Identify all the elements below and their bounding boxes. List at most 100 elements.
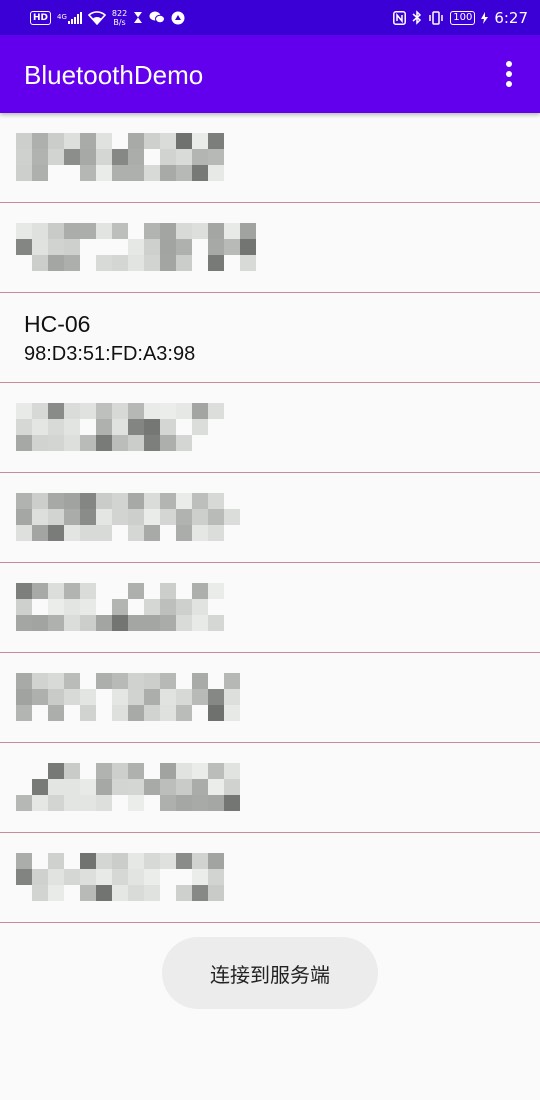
mosaic-block — [112, 255, 128, 271]
mosaic-block — [128, 403, 144, 419]
mosaic-block — [32, 885, 48, 901]
mosaic-block — [64, 255, 80, 271]
mosaic-block — [192, 795, 208, 811]
mosaic-block — [208, 869, 224, 885]
mosaic-block — [192, 165, 208, 181]
mosaic-block — [48, 403, 64, 419]
mosaic-block — [112, 869, 128, 885]
obscured-device-info — [16, 761, 316, 821]
mosaic-block — [64, 763, 80, 779]
obscured-device-info — [16, 671, 316, 731]
mosaic-block — [208, 853, 224, 869]
mosaic-block — [144, 525, 160, 541]
mosaic-block — [48, 689, 64, 705]
mosaic-block — [176, 779, 192, 795]
mosaic-block — [176, 435, 192, 451]
mosaic-block — [176, 615, 192, 631]
device-list-item[interactable] — [0, 383, 540, 473]
mosaic-block — [160, 763, 176, 779]
mosaic-block — [16, 615, 32, 631]
device-list-item[interactable] — [0, 563, 540, 653]
mosaic-block — [160, 583, 176, 599]
status-bar-right: 100 6:27 — [393, 0, 528, 35]
mosaic-block — [208, 795, 224, 811]
mosaic-block — [192, 509, 208, 525]
mosaic-block — [128, 615, 144, 631]
mosaic-block — [176, 493, 192, 509]
mosaic-block — [96, 869, 112, 885]
charging-icon — [481, 11, 489, 24]
device-list-item[interactable] — [0, 743, 540, 833]
mosaic-block — [80, 493, 96, 509]
mosaic-block — [208, 255, 224, 271]
mosaic-block — [96, 853, 112, 869]
mosaic-block — [224, 795, 240, 811]
mosaic-block — [176, 853, 192, 869]
mosaic-block — [16, 223, 32, 239]
mosaic-block — [112, 599, 128, 615]
network-type: 4G — [57, 13, 67, 21]
mosaic-block — [16, 795, 32, 811]
mosaic-block — [208, 525, 224, 541]
mosaic-block — [192, 403, 208, 419]
device-list-item[interactable]: HC-06 98:D3:51:FD:A3:98 — [0, 293, 540, 383]
mosaic-block — [80, 403, 96, 419]
obscured-device-info — [16, 581, 316, 641]
bluetooth-icon — [412, 10, 422, 25]
device-list-item[interactable] — [0, 113, 540, 203]
mosaic-block — [16, 705, 32, 721]
mosaic-block — [96, 149, 112, 165]
mosaic-block — [32, 795, 48, 811]
mosaic-block — [64, 149, 80, 165]
mosaic-block — [32, 133, 48, 149]
mosaic-block — [128, 705, 144, 721]
mosaic-block — [240, 223, 256, 239]
mosaic-block — [48, 853, 64, 869]
wifi-icon — [87, 10, 106, 25]
mosaic-block — [128, 795, 144, 811]
mosaic-block — [96, 419, 112, 435]
mosaic-block — [16, 599, 32, 615]
mosaic-block — [16, 239, 32, 255]
mosaic-block — [192, 689, 208, 705]
mosaic-block — [224, 779, 240, 795]
overflow-dot — [506, 71, 512, 77]
obscured-device-info — [16, 131, 316, 191]
status-bar: HD 4G 822 B/s 100 6:27 — [0, 0, 540, 35]
mosaic-block — [224, 673, 240, 689]
mosaic-block — [144, 673, 160, 689]
device-list-item[interactable] — [0, 473, 540, 563]
mosaic-block — [128, 869, 144, 885]
mosaic-block — [80, 525, 96, 541]
mosaic-block — [240, 255, 256, 271]
device-list: HC-06 98:D3:51:FD:A3:98 — [0, 113, 540, 923]
device-list-item[interactable] — [0, 653, 540, 743]
mosaic-block — [176, 133, 192, 149]
mosaic-block — [16, 673, 32, 689]
overflow-dot — [506, 81, 512, 87]
mosaic-block — [128, 689, 144, 705]
mosaic-block — [96, 763, 112, 779]
mosaic-block — [160, 403, 176, 419]
mosaic-block — [96, 435, 112, 451]
overflow-menu-button[interactable] — [494, 57, 524, 91]
mosaic-block — [176, 149, 192, 165]
mosaic-block — [16, 403, 32, 419]
mosaic-block — [32, 869, 48, 885]
mosaic-block — [192, 223, 208, 239]
mosaic-block — [112, 885, 128, 901]
obscured-device-info — [16, 401, 316, 461]
mosaic-block — [208, 403, 224, 419]
mosaic-block — [16, 869, 32, 885]
mosaic-block — [96, 509, 112, 525]
device-list-item[interactable] — [0, 833, 540, 923]
mosaic-block — [144, 493, 160, 509]
mosaic-block — [176, 599, 192, 615]
mosaic-block — [160, 223, 176, 239]
device-list-item[interactable] — [0, 203, 540, 293]
mosaic-block — [16, 133, 32, 149]
app-title: BluetoothDemo — [24, 60, 204, 90]
mosaic-block — [208, 615, 224, 631]
mosaic-block — [128, 853, 144, 869]
mosaic-block — [128, 885, 144, 901]
